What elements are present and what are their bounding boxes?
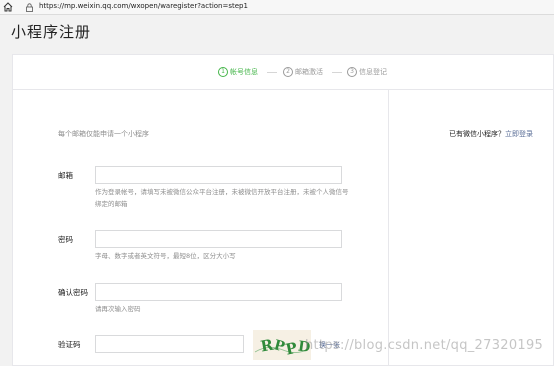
email-field[interactable] [95,166,342,184]
captcha-image[interactable]: R P P D [253,330,311,360]
url-input[interactable]: https://mp.weixin.qq.com/wxopen/waregist… [39,2,248,10]
confirm-password-hint: 请再次输入密码 [95,305,141,313]
email-label: 邮箱 [58,171,73,180]
captcha-field[interactable] [95,335,244,353]
already-have-account: 已有微信小程序？立即登录 [449,129,533,139]
login-link[interactable]: 立即登录 [505,130,533,138]
step-label: 邮箱激活 [295,68,323,76]
steps-bar: 1 帐号信息 2 邮箱激活 3 信息登记 [13,55,553,90]
step-connector [332,72,342,73]
already-text: 已有微信小程序？ [449,130,505,138]
confirm-password-label: 确认密码 [58,288,88,297]
form-tip: 每个邮箱仅能申请一个小程序 [58,130,149,138]
page-title: 小程序注册 [11,23,92,41]
step-label: 信息登记 [359,68,387,76]
step-info-registration: 3 信息登记 [347,66,387,78]
step-number: 3 [347,67,357,77]
lock-icon [26,3,33,12]
step-label: 帐号信息 [230,68,258,76]
vertical-divider [388,90,389,366]
password-hint: 字母、数字或者英文符号，最短8位，区分大小写 [95,252,236,260]
confirm-password-field[interactable] [95,283,342,301]
captcha-glyphs: R P P D [254,336,311,359]
password-label: 密码 [58,235,73,244]
captcha-label: 验证码 [58,340,81,349]
captcha-char: P [284,339,299,359]
home-icon[interactable] [3,2,13,12]
watermark: https://blog.csdn.net/qq_27320195 [305,338,544,353]
step-account-info: 1 帐号信息 [218,66,258,78]
browser-address-bar: https://mp.weixin.qq.com/wxopen/waregist… [0,0,554,15]
step-number: 1 [218,67,228,77]
step-number: 2 [283,67,293,77]
step-email-activation: 2 邮箱激活 [283,66,323,78]
registration-card: 1 帐号信息 2 邮箱激活 3 信息登记 [12,54,554,366]
step-connector [267,72,277,73]
password-field[interactable] [95,230,342,248]
email-hint: 作为登录帐号，请填写未被微信公众平台注册，未被微信开放平台注册，未被个人微信号绑… [95,188,349,208]
